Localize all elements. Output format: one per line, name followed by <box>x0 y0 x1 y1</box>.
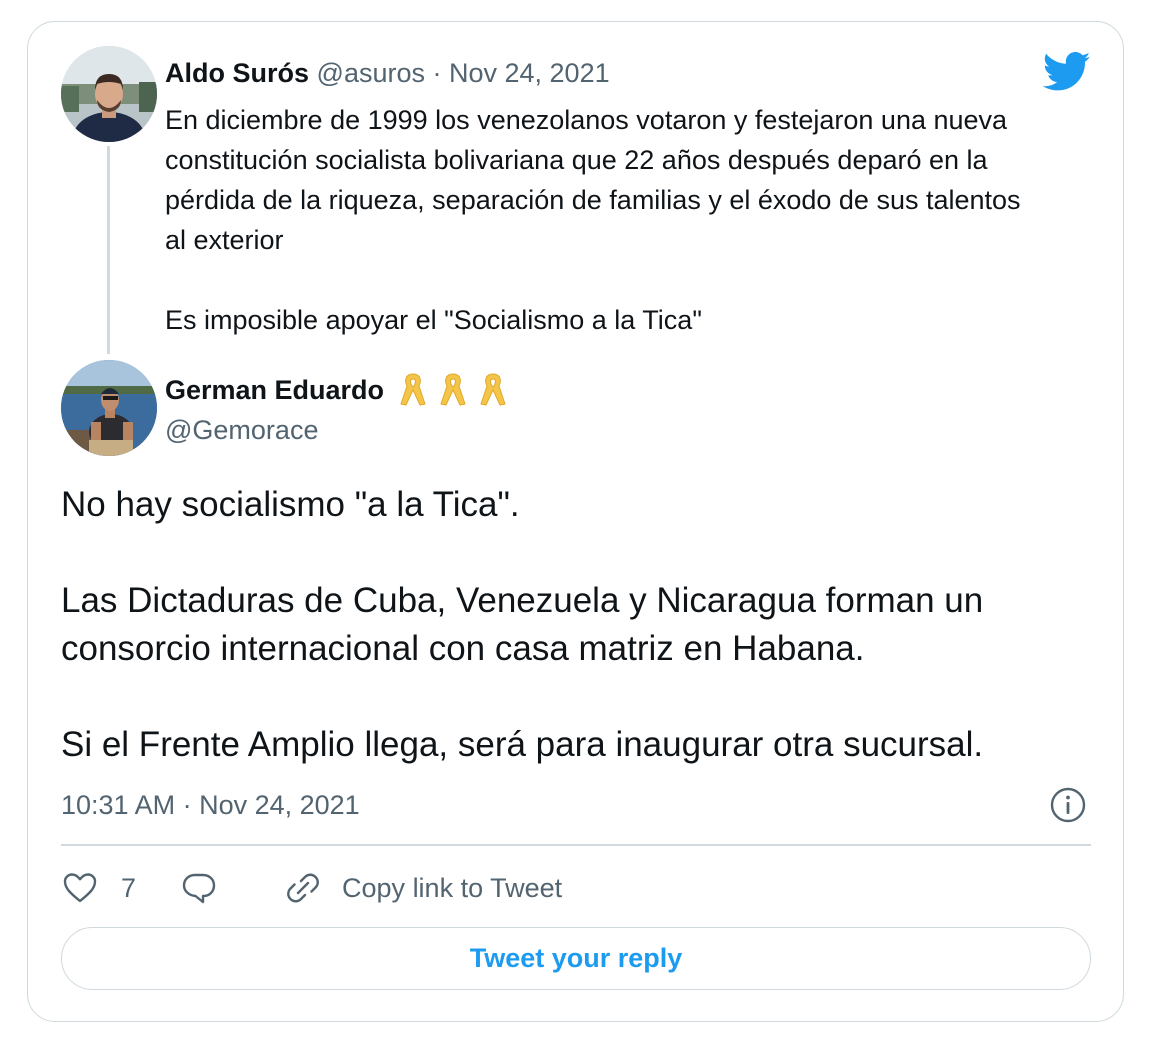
parent-date[interactable]: Nov 24, 2021 <box>449 58 610 88</box>
info-icon[interactable] <box>1049 786 1087 824</box>
parent-handle-text[interactable]: @asuros <box>317 58 425 88</box>
link-icon <box>287 873 319 903</box>
parent-text-line: Es imposible apoyar el "Socialismo a la … <box>165 305 702 335</box>
parent-separator: · <box>424 58 449 88</box>
reply-label: Tweet your reply <box>469 943 683 973</box>
author-name-text[interactable]: German Eduardo <box>165 373 384 407</box>
speech-bubble-icon <box>182 873 216 904</box>
parent-author-name[interactable]: Aldo Surós <box>165 58 309 88</box>
yellow-ribbon-icon <box>480 373 506 406</box>
copy-link-button[interactable]: Copy link to Tweet <box>284 869 562 907</box>
actions-divider <box>61 844 1091 846</box>
parent-tweet-header: Aldo Surós @asuros · Nov 24, 2021 <box>165 56 610 90</box>
parent-tweet-text: En diciembre de 1999 los venezolanos vot… <box>165 100 1045 340</box>
parent-author-handle[interactable]: @asuros <box>317 58 425 88</box>
parent-text-line: En diciembre de 1999 los venezolanos vot… <box>165 105 1021 255</box>
like-count: 7 <box>121 872 137 903</box>
copy-link-label: Copy link to Tweet <box>342 872 563 903</box>
yellow-ribbon-icon <box>440 373 466 406</box>
tweet-paragraph: Las Dictaduras de Cuba, Venezuela y Nica… <box>61 581 984 668</box>
yellow-ribbon-icon <box>400 373 426 406</box>
thread-connector-line <box>107 146 110 354</box>
tweet-text: No hay socialismo "a la Tica". Las Dicta… <box>61 481 1101 769</box>
twitter-bird-icon[interactable] <box>1043 52 1091 92</box>
tweet-author-handle[interactable]: @Gemorace <box>165 413 318 447</box>
tweet-timestamp[interactable]: 10:31 AM · Nov 24, 2021 <box>61 787 360 823</box>
avatar-aldo-suros[interactable] <box>61 46 157 142</box>
like-button[interactable]: 7 <box>61 869 136 907</box>
tweet-paragraph: Si el Frente Amplio llega, será para ina… <box>61 725 984 764</box>
avatar-german-eduardo[interactable] <box>61 360 157 456</box>
reply-button[interactable] <box>180 869 218 907</box>
tweet-actions-bar: 7 Copy link to Tweet <box>61 864 562 912</box>
heart-icon <box>63 873 97 903</box>
ribbon-emojis <box>398 372 508 408</box>
tweet-your-reply-button[interactable]: Tweet your reply <box>61 927 1091 990</box>
tweet-paragraph: No hay socialismo "a la Tica". <box>61 485 520 524</box>
tweet-author-name[interactable]: German Eduardo <box>165 372 508 408</box>
